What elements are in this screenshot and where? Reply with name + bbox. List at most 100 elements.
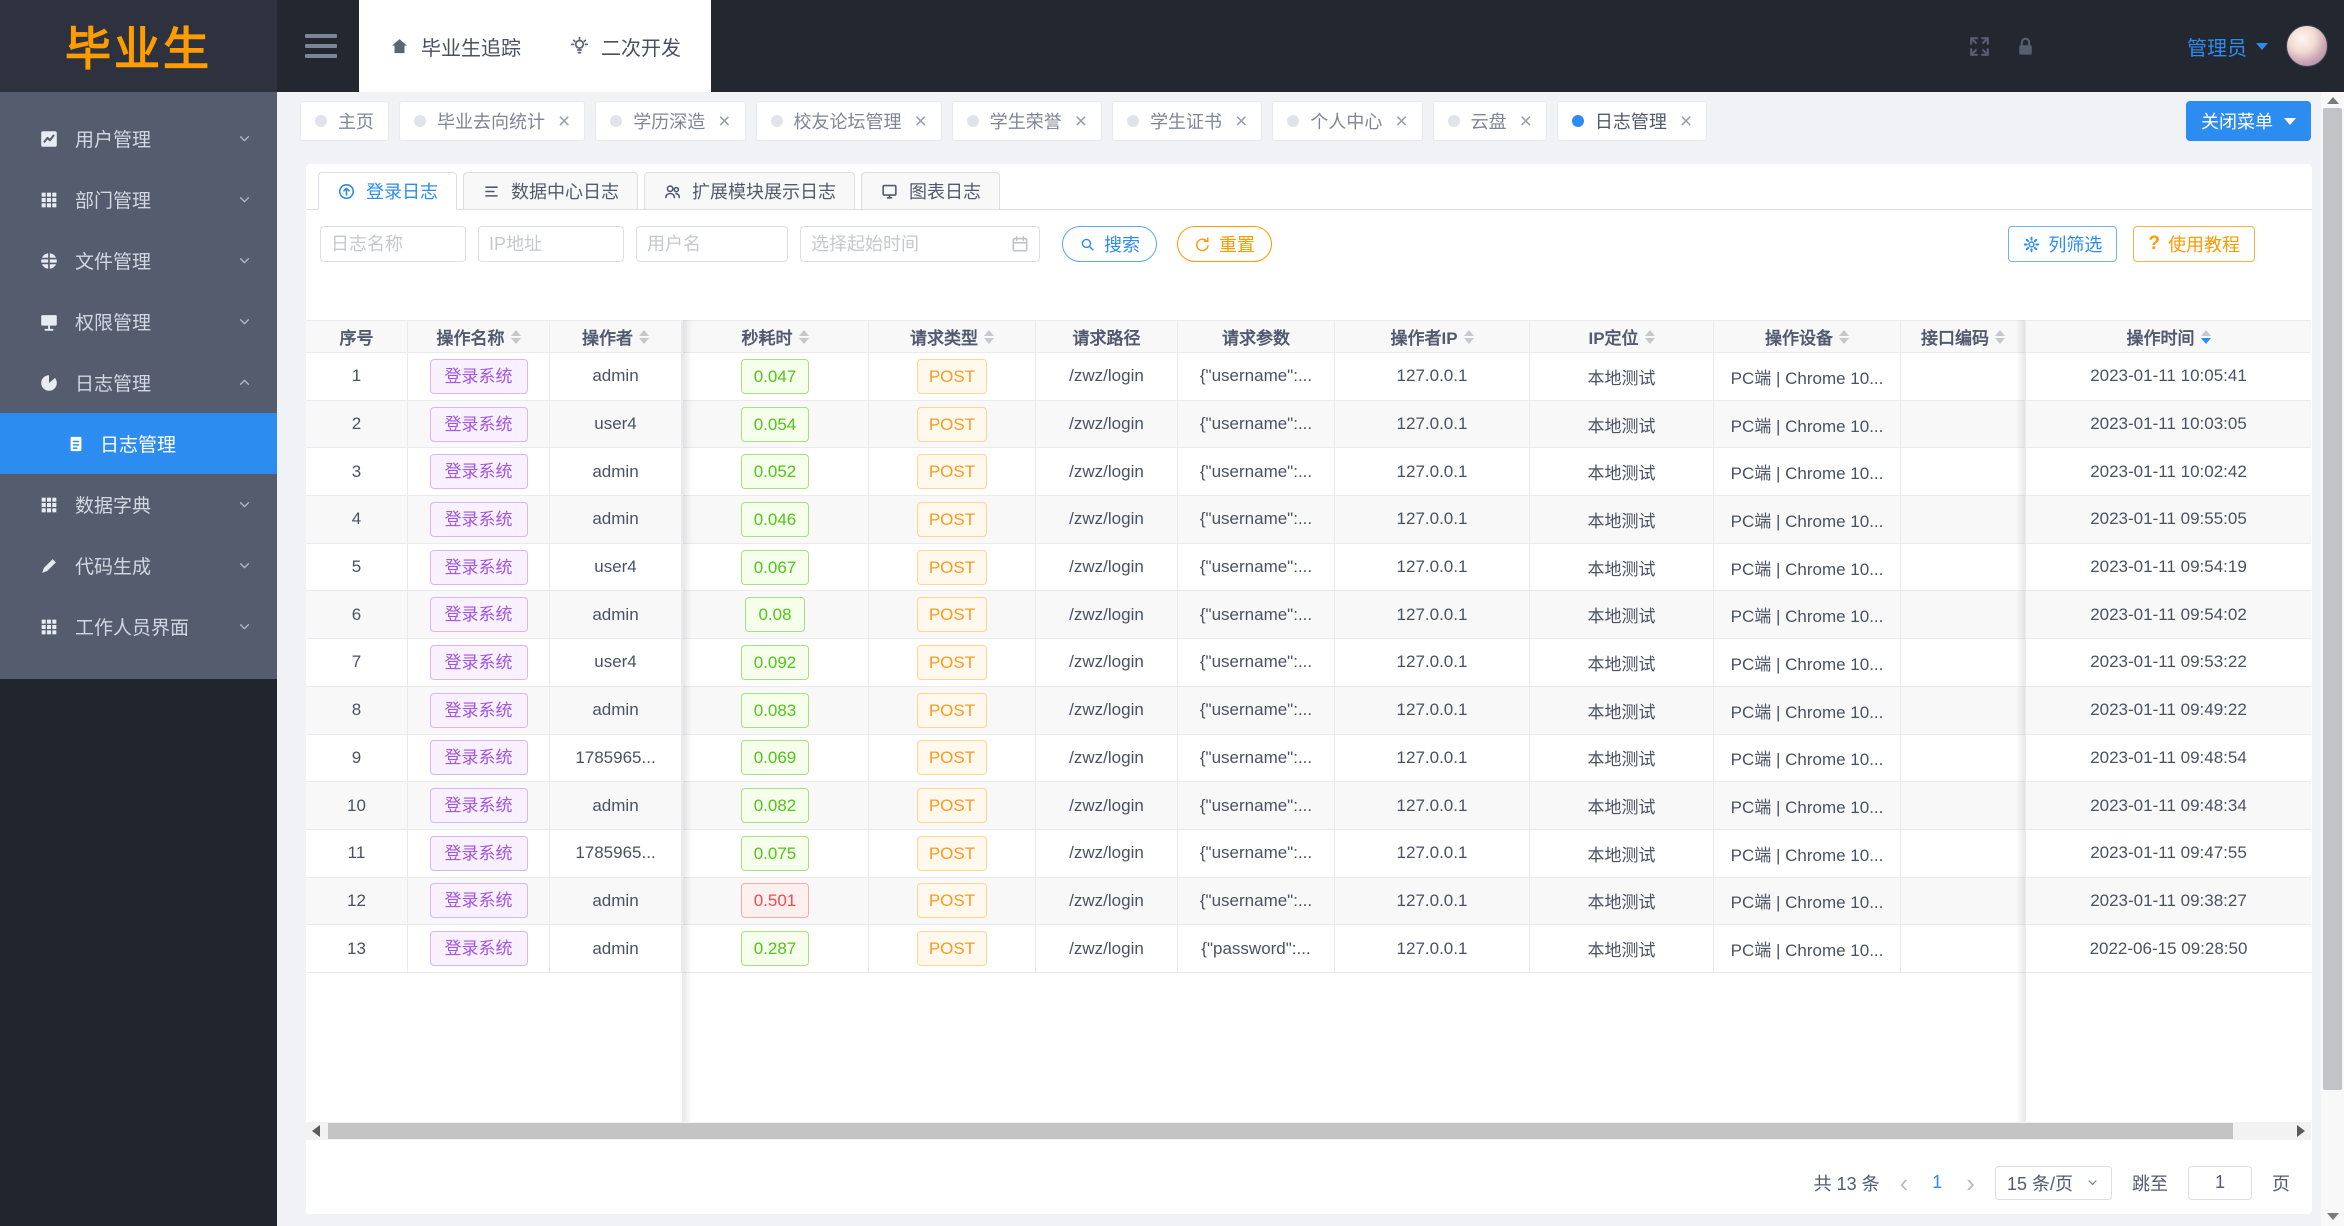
sidebar-item-用户管理[interactable]: 用户管理 <box>0 108 277 169</box>
tab-图表日志[interactable]: 图表日志 <box>861 172 1000 210</box>
cell-time: 2023-01-11 09:47:55 <box>2090 843 2247 863</box>
cell-no: 3 <box>306 448 408 496</box>
scroll-left-arrow-icon[interactable] <box>306 1122 326 1140</box>
cell-opName: 登录系统 <box>408 639 550 686</box>
tab-chip-个人中心[interactable]: 个人中心 × <box>1272 101 1423 141</box>
log-name-input[interactable] <box>320 226 466 262</box>
start-time-input[interactable] <box>800 226 1040 262</box>
close-icon[interactable]: × <box>558 111 570 132</box>
column-label: 请求参数 <box>1222 329 1290 348</box>
ip-input[interactable] <box>478 226 624 262</box>
tab-chip-学历深造[interactable]: 学历深造 × <box>595 101 746 141</box>
cell-time: 2023-01-11 09:38:27 <box>2090 890 2247 910</box>
tab-chip-学生证书[interactable]: 学生证书 × <box>1112 101 1263 141</box>
operation-badge: 登录系统 <box>429 883 528 919</box>
column-label: 请求路径 <box>1072 329 1141 348</box>
tab-chip-校友论坛管理[interactable]: 校友论坛管理 × <box>755 101 942 141</box>
reset-button[interactable]: 重置 <box>1177 226 1272 262</box>
sidebar-item-工作人员界面[interactable]: 工作人员界面 <box>0 596 277 657</box>
cell-no: 5 <box>306 543 408 591</box>
cell-cost: 0.287 <box>682 925 869 972</box>
log-table: 序号 操作名称 操作者 秒耗时 请求类型 请求路径 请求参数 操作者IP IP定位 操作设备 接口编… <box>306 320 2311 1140</box>
next-page-icon[interactable]: › <box>1966 1170 1975 1196</box>
tab-扩展模块展示日志[interactable]: 扩展模块展示日志 <box>644 172 855 210</box>
tab-chip-学生荣誉[interactable]: 学生荣誉 × <box>951 101 1103 141</box>
content-area: 登录日志 数据中心日志 扩展模块展示日志 图表日志 搜索 重置 列筛选 <box>277 150 2344 1226</box>
close-icon[interactable]: × <box>718 111 730 132</box>
sidebar-item-部门管理[interactable]: 部门管理 <box>0 169 277 230</box>
column-header-device[interactable]: 操作设备 <box>1714 321 1901 352</box>
sidebar-item-日志管理[interactable]: 日志管理 <box>0 352 277 413</box>
column-header-operator[interactable]: 操作者 <box>550 321 682 352</box>
tab-chip-日志管理[interactable]: 日志管理 × <box>1556 101 1708 141</box>
close-icon[interactable]: × <box>1680 111 1692 132</box>
sort-carets-icon <box>1463 329 1474 344</box>
cost-badge: 0.069 <box>740 740 810 776</box>
avatar[interactable] <box>2286 25 2328 67</box>
cell-code <box>1901 400 2026 448</box>
close-icon[interactable]: × <box>1520 111 1532 132</box>
tab-chip-云盘[interactable]: 云盘 × <box>1432 101 1547 141</box>
tab-chip-label: 个人中心 <box>1310 112 1383 132</box>
tab-chip-主页[interactable]: 主页 <box>300 101 389 141</box>
jump-page-input[interactable] <box>2188 1165 2252 1200</box>
current-page[interactable]: 1 <box>1928 1172 1946 1193</box>
search-button[interactable]: 搜索 <box>1062 226 1157 262</box>
lock-icon[interactable] <box>2013 34 2038 59</box>
close-icon[interactable]: × <box>1395 111 1407 132</box>
tab-chip-毕业去向统计[interactable]: 毕业去向统计 × <box>399 101 586 141</box>
scroll-down-arrow-icon[interactable] <box>2321 1208 2344 1224</box>
cell-device: PC端 | Chrome 10... <box>1714 829 1901 877</box>
vertical-scrollbar-thumb[interactable] <box>2323 108 2342 1090</box>
sidebar-item-数据字典[interactable]: 数据字典 <box>0 474 277 535</box>
sidebar-item-文件管理[interactable]: 文件管理 <box>0 230 277 291</box>
column-header-opName[interactable]: 操作名称 <box>408 321 550 352</box>
sidebar-item-代码生成[interactable]: 代码生成 <box>0 535 277 596</box>
column-filter-button[interactable]: 列筛选 <box>2008 226 2118 262</box>
cost-badge: 0.052 <box>740 454 810 490</box>
horizontal-scrollbar[interactable] <box>306 1121 2311 1140</box>
column-header-loc[interactable]: IP定位 <box>1530 321 1714 352</box>
horizontal-scrollbar-thumb[interactable] <box>328 1122 2233 1139</box>
sidebar-subitem-日志管理[interactable]: 日志管理 <box>0 413 277 474</box>
cell-code <box>1901 543 2026 591</box>
column-header-method[interactable]: 请求类型 <box>869 321 1036 352</box>
cell-opName: 登录系统 <box>408 829 550 877</box>
cell-operator: admin <box>550 353 682 400</box>
cell-no: 6 <box>306 591 408 639</box>
top-nav-毕业生追踪[interactable]: 毕业生追踪 <box>389 32 521 61</box>
fullscreen-icon[interactable] <box>1967 34 1992 59</box>
tab-数据中心日志[interactable]: 数据中心日志 <box>463 172 638 210</box>
column-header-cost[interactable]: 秒耗时 <box>682 321 869 352</box>
column-header-ip[interactable]: 操作者IP <box>1335 321 1530 352</box>
page-size-select[interactable]: 15 条/页 <box>1994 1165 2112 1200</box>
menu-toggle-icon[interactable] <box>305 34 337 58</box>
tab-登录日志[interactable]: 登录日志 <box>318 172 457 210</box>
scroll-up-arrow-icon[interactable] <box>2321 92 2344 108</box>
cell-opName: 登录系统 <box>408 877 550 925</box>
close-icon[interactable]: × <box>915 111 927 132</box>
cell-opName: 登录系统 <box>408 543 550 591</box>
brush-icon <box>38 555 60 577</box>
column-label: 操作时间 <box>2126 329 2195 348</box>
vertical-scrollbar[interactable] <box>2321 92 2344 1226</box>
close-icon[interactable]: × <box>1075 111 1087 132</box>
sidebar-item-权限管理[interactable]: 权限管理 <box>0 291 277 352</box>
cell-loc: 本地测试 <box>1530 877 1714 925</box>
top-nav-label: 二次开发 <box>601 37 681 60</box>
user-menu[interactable]: 管理员 <box>2187 32 2268 61</box>
top-nav-二次开发[interactable]: 二次开发 <box>569 32 681 61</box>
tutorial-button[interactable]: ? 使用教程 <box>2133 226 2255 262</box>
username-input[interactable] <box>636 226 788 262</box>
prev-page-icon[interactable]: ‹ <box>1900 1170 1909 1196</box>
username-label: 管理员 <box>2187 37 2247 60</box>
close-menu-button[interactable]: 关闭菜单 <box>2186 101 2311 141</box>
cell-method: POST <box>869 496 1036 543</box>
column-label: 操作名称 <box>436 329 505 348</box>
cell-device: PC端 | Chrome 10... <box>1714 353 1901 400</box>
scroll-right-arrow-icon[interactable] <box>2291 1122 2311 1140</box>
table-row: 9 登录系统 1785965... 0.069 POST/zwz/login {"user… <box>306 734 2311 783</box>
column-header-time[interactable]: 操作时间 <box>2026 321 2311 352</box>
column-header-code[interactable]: 接口编码 <box>1901 321 2026 352</box>
close-icon[interactable]: × <box>1235 111 1247 132</box>
